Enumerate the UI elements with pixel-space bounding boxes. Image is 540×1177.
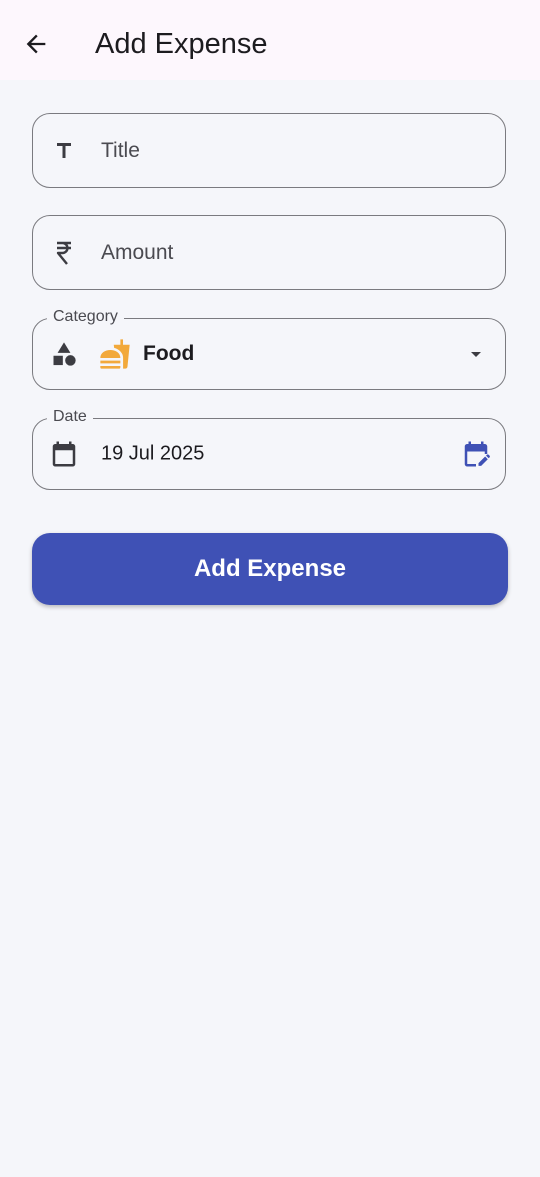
title-field[interactable]: Title (32, 113, 506, 188)
rupee-icon (49, 238, 79, 268)
amount-field[interactable]: Amount (32, 215, 506, 290)
amount-placeholder: Amount (101, 240, 174, 264)
page-title: Add Expense (95, 28, 268, 60)
date-value: 19 Jul 2025 (101, 442, 205, 465)
category-label: Category (47, 307, 124, 327)
edit-calendar-icon[interactable] (461, 439, 491, 469)
selected-category: Food (99, 338, 194, 370)
calendar-icon (49, 439, 79, 469)
dropdown-arrow-icon[interactable] (461, 339, 491, 369)
arrow-back-icon (26, 34, 46, 54)
category-value: Food (143, 342, 195, 365)
category-icon (49, 339, 79, 369)
back-button[interactable] (14, 22, 58, 66)
date-field[interactable]: Date 19 Jul 2025 (32, 407, 506, 490)
app-bar: Add Expense (0, 0, 540, 80)
title-placeholder: Title (101, 138, 140, 162)
date-label: Date (47, 407, 93, 427)
fastfood-icon (100, 339, 130, 369)
category-dropdown[interactable]: Category Food (32, 307, 506, 390)
add-expense-button[interactable]: Add Expense (32, 533, 508, 605)
title-icon (49, 136, 79, 166)
